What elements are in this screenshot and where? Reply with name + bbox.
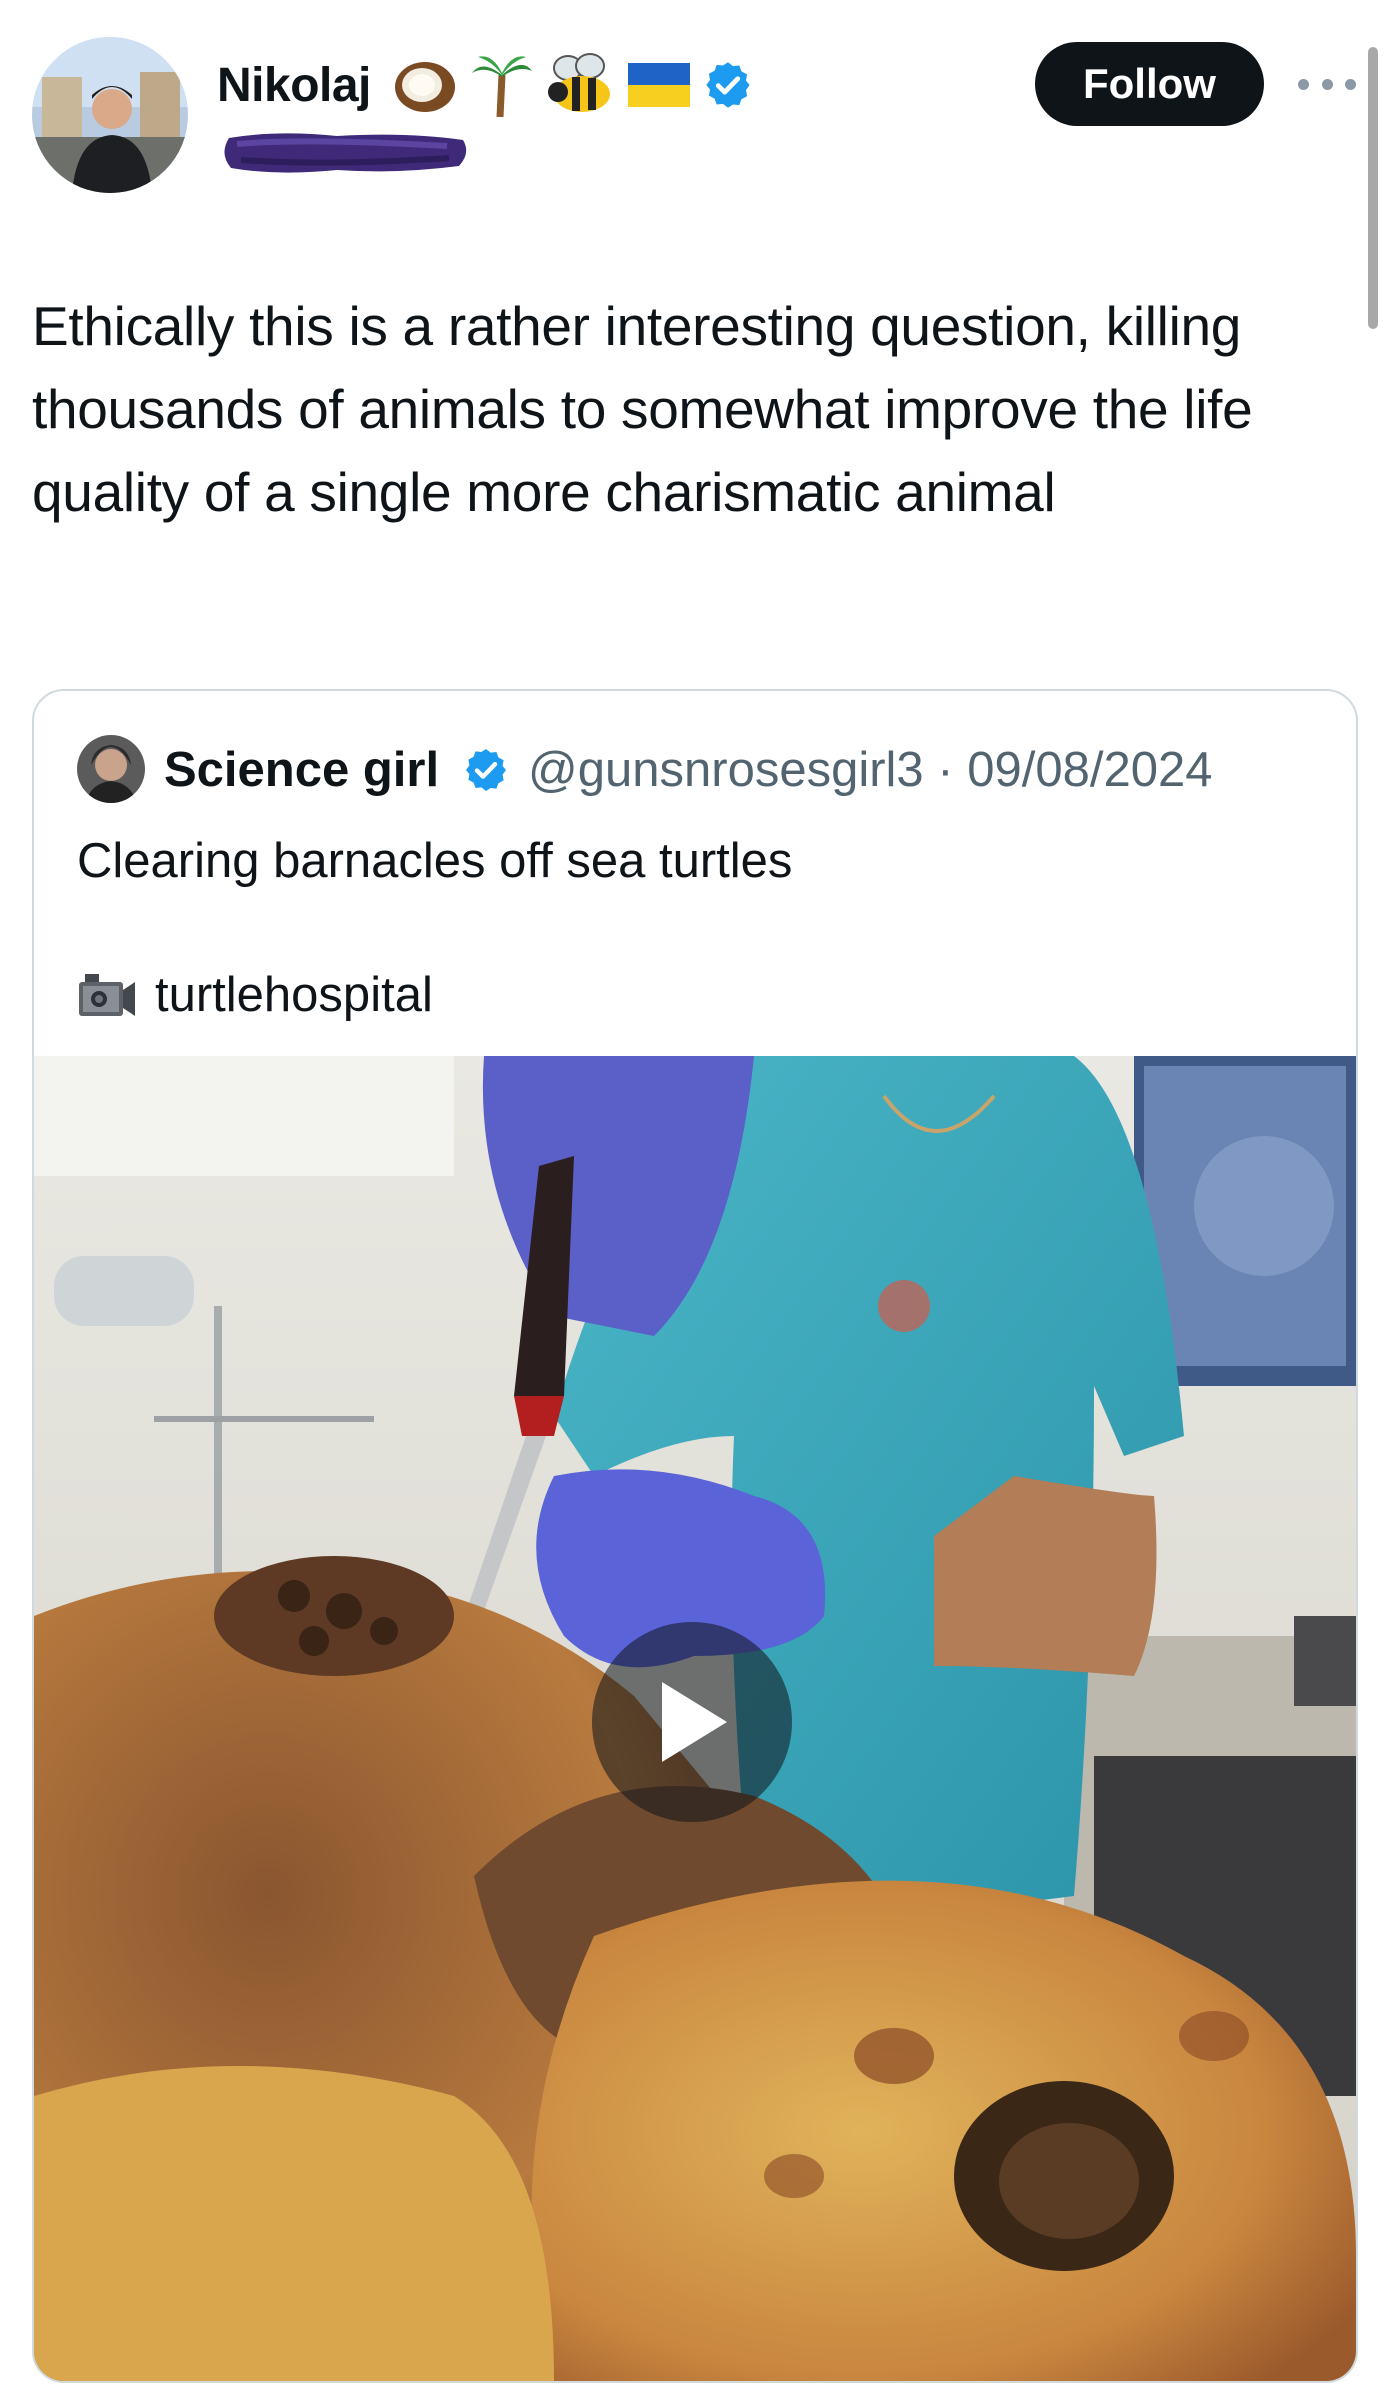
quoted-tweet-text: Clearing barnacles off sea turtles [77,834,793,888]
media-credit-label: turtlehospital [155,968,433,1022]
video-thumbnail[interactable] [34,1056,1356,2381]
play-button[interactable] [592,1622,792,1822]
author-emoji-row [392,50,754,120]
dot [1298,78,1309,90]
quoted-tweet-card[interactable]: Science girl @gunsnrosesgirl3 · 09/08/20… [32,689,1358,2383]
author-avatar[interactable] [32,37,188,193]
palm-tree-emoji [472,56,532,118]
redacted-handle [217,128,472,178]
dot [1345,78,1356,90]
bee-emoji [548,53,610,112]
dot [1321,78,1333,90]
play-icon [662,1682,727,1762]
scrollbar-thumb[interactable] [1368,47,1378,329]
ukraine-flag-emoji [628,63,690,107]
quoted-handle-and-date[interactable]: @gunsnrosesgirl3 · 09/08/2024 [528,740,1212,800]
quoted-author-avatar[interactable] [77,735,145,803]
coconut-emoji [395,62,455,112]
more-options-icon[interactable] [1298,64,1356,104]
video-camera-icon [79,974,135,1016]
media-credit: turtlehospital [77,963,433,1027]
tweet-text: Ethically this is a rather interesting q… [32,295,1253,523]
quoted-author-name[interactable]: Science girl [164,740,439,800]
verified-badge-icon [462,746,510,799]
follow-button[interactable]: Follow [1035,42,1264,126]
author-display-name[interactable]: Nikolaj [217,54,371,118]
verified-badge-icon [706,62,750,108]
